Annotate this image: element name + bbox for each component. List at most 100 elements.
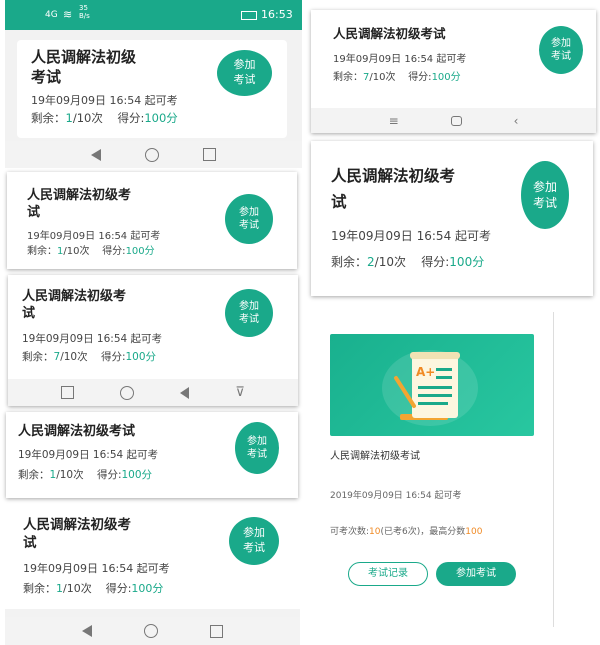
exam-date: 19年09月09日 16:54 起可考 (23, 562, 170, 575)
remaining-total: /10次 (369, 72, 396, 83)
clock: 16:53 (261, 8, 293, 21)
join-label-2: 考试 (233, 73, 256, 86)
remaining-label: 剩余： (22, 351, 54, 363)
exam-date: 19年09月09日 16:54 起可考 (22, 333, 163, 345)
exam-record-button[interactable]: 考试记录 (348, 562, 428, 586)
home-icon[interactable] (144, 624, 158, 638)
back-icon[interactable] (91, 148, 101, 161)
join-exam-button[interactable]: 参加考试 (217, 50, 272, 96)
join-exam-button[interactable]: 参加考试 (521, 161, 569, 229)
exam-card[interactable]: 人民调解法初级考 试 19年09月09日 16:54 起可考 剩余：1/10次 … (5, 505, 300, 609)
exam-date: 19年09月09日 16:54 起可考 (333, 54, 467, 65)
exam-title: 人民调解法初级考试 (18, 424, 136, 439)
join-label-1: 参加 (532, 179, 557, 194)
attempts-detail: (已考6次)，最高分数 (380, 527, 466, 537)
android-navbar: ⊽ (8, 379, 298, 406)
exam-title: 人民调解法初级考 试 (23, 517, 131, 552)
exam-title-line2: 试 (23, 534, 37, 551)
score-value: 100分 (131, 582, 164, 595)
home-icon[interactable] (145, 147, 159, 162)
home-icon[interactable] (120, 385, 135, 400)
score-label: 得分: (102, 246, 126, 257)
exam-title-line1: 人民调解法初级考 (27, 188, 132, 203)
score-value: 100分 (125, 246, 155, 257)
battery-icon (241, 11, 257, 20)
remaining-count: 1 (65, 111, 73, 125)
remaining-label: 剩余： (331, 255, 368, 269)
exam-date: 19年09月09日 16:54 起可考 (27, 231, 161, 242)
signal-icon: 4G (45, 10, 58, 20)
attempts-count: 10 (369, 527, 381, 537)
exam-title-line1: 人民调解法初级考 (22, 289, 127, 304)
exam-title-line1: 人民调解法初级考 (331, 167, 456, 185)
remaining-count: 1 (56, 582, 63, 595)
join-exam-button[interactable]: 参加考试 (225, 194, 273, 244)
speed-bottom: B/s (79, 11, 90, 20)
screenshot-panel-2: 人民调解法初级考 试 19年09月09日 16:54 起可考 剩余：1/10次 … (7, 172, 297, 269)
certificate-icon: A+ (382, 350, 478, 426)
screenshot-panel-1: 4G ≋ 35 B/s 16:53 人民调解法初级 考试 19年09月09日 1… (5, 0, 302, 168)
exam-title-line1: 人民调解法初级考 (23, 517, 131, 533)
join-label-1: 参加 (239, 206, 259, 218)
join-exam-button[interactable]: 参加考试 (229, 517, 279, 565)
exam-title: 人民调解法初级考 试 (22, 289, 126, 323)
exam-date: 19年09月09日 16:54 起可考 (18, 449, 159, 461)
join-label-2: 考试 (532, 196, 557, 210)
recent-apps-icon[interactable] (210, 624, 223, 638)
score-value: 100分 (431, 72, 461, 83)
exam-stats: 剩余：7/10次 得分:100分 (333, 68, 461, 83)
attempts-label: 可考次数: (330, 527, 370, 537)
exam-stats: 剩余：1/10次 得分:100分 (27, 242, 155, 257)
remaining-label: 剩余： (31, 111, 66, 125)
score-label: 得分: (96, 469, 122, 481)
exam-title: 人民调解法初级考试 (330, 451, 420, 462)
remaining-count: 2 (367, 255, 375, 269)
recent-apps-icon[interactable] (61, 386, 75, 399)
score-value: 100分 (144, 111, 178, 125)
join-label-2: 考试 (243, 541, 265, 554)
screenshot-panel-7: 人民调解法初级考 试 19年09月09日 16:54 起可考 剩余：2/10次 … (311, 141, 593, 296)
join-exam-button[interactable]: 参加考试 (436, 562, 516, 586)
screenshot-panel-8: A+ 人民调解法初级考试 2019年09月09日 16:54 起可考 可考次数:… (318, 312, 554, 627)
screenshot-panel-4: 人民调解法初级考试 19年09月09日 16:54 起可考 剩余：1/10次 得… (6, 412, 298, 498)
exam-banner: A+ (330, 334, 534, 436)
join-exam-button[interactable]: 参加考试 (225, 289, 273, 337)
remaining-label: 剩余： (23, 582, 56, 595)
exam-title-line2: 试 (331, 193, 347, 212)
join-exam-button[interactable]: 参加考试 (539, 26, 583, 74)
join-label-1: 参加 (239, 300, 259, 312)
recent-apps-icon[interactable] (203, 148, 216, 161)
menu-icon[interactable]: ≡ (389, 114, 399, 128)
back-icon[interactable]: ‹ (514, 114, 519, 128)
wifi-icon: ≋ (63, 8, 73, 21)
exam-attempt-info: 可考次数:10(已考6次)，最高分数100 (330, 524, 482, 537)
highest-score: 100 (465, 527, 483, 537)
join-label-1: 参加 (243, 526, 265, 540)
join-exam-button[interactable]: 参加考试 (235, 422, 279, 474)
remaining-total: /10次 (72, 111, 103, 125)
exam-stats: 剩余：1/10次 得分:100分 (18, 467, 152, 482)
join-label-2: 考试 (239, 220, 259, 231)
android-navbar (5, 617, 300, 645)
exam-title: 人民调解法初级考 试 (27, 188, 131, 222)
exam-title: 人民调解法初级考 试 (331, 163, 455, 216)
exam-date: 19年09月09日 16:54 起可考 (31, 94, 178, 107)
score-label: 得分: (105, 582, 132, 595)
join-label-2: 考试 (551, 51, 571, 62)
home-icon[interactable] (450, 115, 462, 126)
exam-stats: 剩余：2/10次 得分:100分 (331, 253, 484, 270)
back-icon[interactable] (180, 386, 190, 399)
join-label-1: 参加 (551, 37, 571, 49)
remaining-label: 剩余： (333, 72, 363, 83)
remaining-total: /10次 (63, 582, 92, 595)
exam-card[interactable]: 人民调解法初级 考试 19年09月09日 16:54 起可考 剩余：1/10次 … (17, 40, 287, 138)
score-label: 得分: (100, 351, 126, 363)
join-label-1: 参加 (233, 58, 256, 72)
exam-stats: 剩余：1/10次 得分:100分 (31, 110, 178, 126)
join-label-2: 考试 (247, 449, 267, 460)
menu-icon[interactable]: ⊽ (235, 386, 245, 399)
remaining-total: /10次 (374, 255, 406, 269)
network-speed: 35 B/s (79, 4, 90, 20)
score-value: 100分 (121, 469, 153, 481)
back-icon[interactable] (82, 625, 92, 637)
